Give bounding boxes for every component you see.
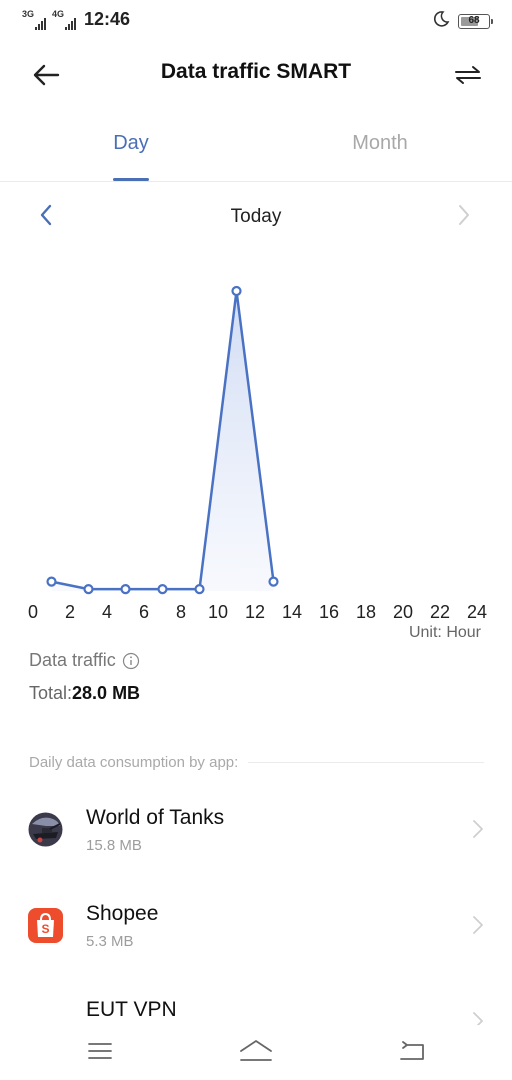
switch-sim-button[interactable]: [448, 58, 488, 92]
app-name: Shopee: [86, 902, 159, 925]
network-type-2: 4G: [52, 8, 65, 19]
info-button[interactable]: [122, 652, 140, 670]
signal-icon: [65, 17, 77, 30]
status-left: 3G 4G 12:46: [22, 9, 130, 30]
tab-month[interactable]: Month: [280, 132, 480, 155]
clock: 12:46: [84, 9, 131, 29]
moon-icon: [432, 10, 450, 33]
network-type-1: 3G: [22, 8, 35, 19]
app-item-world-of-tanks[interactable]: World of Tanks 15.8 MB: [0, 786, 512, 882]
app-name: EUT VPN: [86, 998, 177, 1021]
x-tick-label: 0: [28, 602, 38, 622]
total-value: 28.0 MB: [72, 683, 141, 703]
chart-canvas: 0 2 4 6 8 10 12 14 16 18 20 22 24: [28, 285, 487, 622]
x-tick-label: 2: [65, 602, 75, 622]
tab-indicator: [113, 178, 149, 181]
world-of-tanks-icon: [28, 812, 63, 847]
chart-area-fill: [51, 291, 274, 591]
chevron-right-icon: [473, 916, 483, 934]
x-tick-label: 20: [393, 602, 413, 622]
hourly-traffic-chart: 0 2 4 6 8 10 12 14 16 18 20 22 24 Unit: Hour: [0, 240, 512, 660]
x-tick-label: 14: [282, 602, 302, 622]
traffic-label-row: Data traffic: [29, 650, 489, 671]
switch-sim-icon: [455, 66, 481, 84]
x-tick-label: 22: [430, 602, 450, 622]
x-tick-label: 12: [245, 602, 265, 622]
menu-icon: [88, 1043, 112, 1059]
chart-point-1[interactable]: [46, 576, 57, 587]
status-bar: 3G 4G 12:46 68: [0, 0, 512, 40]
back-nav-button[interactable]: [390, 1035, 434, 1067]
x-tick-label: 4: [102, 602, 112, 622]
section-divider: [248, 762, 484, 763]
menu-button[interactable]: [78, 1035, 122, 1067]
app-consumption-header: Daily data consumption by app:: [29, 754, 484, 771]
traffic-label: Data traffic: [29, 650, 116, 670]
chart-point-13[interactable]: [268, 576, 279, 587]
tab-day[interactable]: Day: [31, 132, 231, 155]
chevron-right-icon: [459, 205, 469, 225]
chart-point-11[interactable]: [231, 285, 242, 297]
total-row: Total:28.0 MB: [29, 683, 489, 704]
x-tick-label: 8: [176, 602, 186, 622]
app-size: 15.8 MB: [86, 837, 142, 854]
total-prefix: Total:: [29, 683, 73, 703]
x-tick-label: 18: [356, 602, 376, 622]
page-title: Data traffic SMART: [160, 60, 352, 83]
info-icon: [122, 652, 139, 669]
network-indicator-1: 3G: [22, 8, 47, 30]
home-icon: [240, 1040, 272, 1061]
period-tabs: Day Month: [0, 118, 512, 182]
traffic-summary: Data traffic Total:28.0 MB: [29, 650, 489, 704]
svg-text:S: S: [41, 922, 49, 936]
chevron-right-icon: [473, 820, 483, 838]
x-tick-label: 16: [319, 602, 339, 622]
app-header: Data traffic SMART: [0, 44, 512, 104]
period-nav: Today: [0, 196, 512, 236]
chart-point-9[interactable]: [194, 584, 205, 595]
app-item-shopee[interactable]: S Shopee 5.3 MB: [0, 882, 512, 978]
chart-point-7[interactable]: [157, 584, 168, 595]
app-size: 5.3 MB: [86, 933, 134, 950]
signal-icon: [35, 17, 47, 30]
chart-unit-label: Unit: Hour: [408, 624, 481, 641]
next-period-button[interactable]: [450, 200, 478, 230]
period-label: Today: [230, 206, 282, 227]
battery-percent: 68: [468, 15, 480, 26]
x-tick-label: 6: [139, 602, 149, 622]
status-right: 68: [432, 10, 493, 33]
app-name: World of Tanks: [86, 806, 225, 829]
x-tick-label: 10: [208, 602, 228, 622]
chart-point-5[interactable]: [120, 584, 131, 595]
chart-point-3[interactable]: [83, 584, 94, 595]
x-tick-label: 24: [467, 602, 487, 622]
section-title: Daily data consumption by app:: [29, 754, 239, 771]
shopee-icon: S: [28, 908, 63, 943]
system-nav-bar: [0, 1025, 512, 1080]
battery-icon: 68: [458, 14, 493, 29]
network-indicator-2: 4G: [52, 8, 77, 30]
home-button[interactable]: [234, 1035, 278, 1067]
back-icon: [400, 1041, 424, 1060]
